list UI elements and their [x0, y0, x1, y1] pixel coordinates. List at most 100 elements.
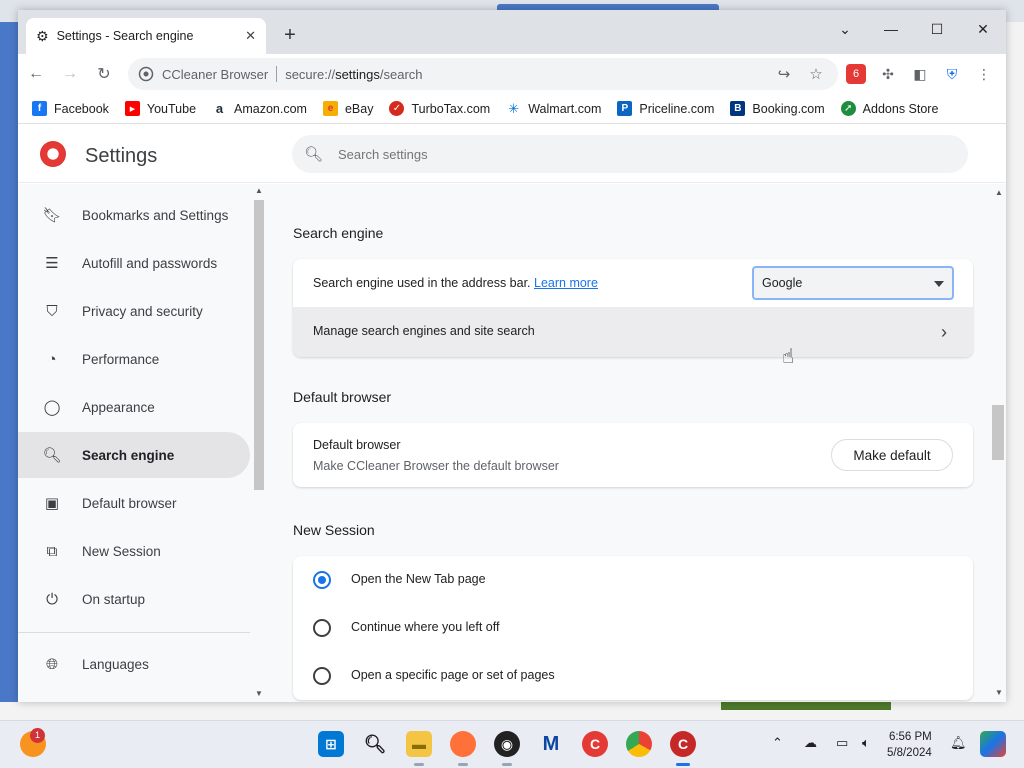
obs-icon[interactable]: ◉ [494, 731, 520, 757]
learn-more-link[interactable]: Learn more [534, 276, 598, 290]
address-bar[interactable]: CCleaner Browser secure://settings/searc… [128, 58, 838, 90]
ccleaner-browser-icon[interactable]: C [670, 731, 696, 757]
search-icon: 🔍︎ [304, 146, 324, 163]
firefox-icon[interactable] [450, 731, 476, 757]
speedometer-icon: ◔ [47, 350, 57, 368]
display-icon[interactable]: ▭ [836, 735, 848, 751]
sidebar-divider [18, 632, 250, 633]
sidebar-item-privacy[interactable]: ⛉ Privacy and security [18, 288, 250, 334]
background-window-button [721, 702, 891, 710]
clock-date: 5/8/2024 [887, 747, 932, 759]
menu-icon[interactable]: ⋮ [974, 64, 994, 84]
file-explorer-icon[interactable]: ▬ [406, 731, 432, 757]
forward-button[interactable]: → [54, 58, 86, 90]
search-box[interactable]: 🔍︎ [292, 135, 968, 173]
radio-button[interactable] [313, 667, 331, 685]
radio-option-new-tab[interactable]: Open the New Tab page [293, 556, 973, 604]
radio-button[interactable] [313, 619, 331, 637]
addons-store-icon: ➚ [840, 101, 856, 116]
url-text[interactable]: secure://settings/search [285, 67, 764, 82]
chevron-down-icon [934, 281, 944, 287]
make-default-button[interactable]: Make default [831, 439, 953, 471]
chevron-up-icon[interactable]: ⌃ [772, 735, 783, 751]
default-browser-subtitle: Make CCleaner Browser the default browse… [313, 459, 559, 473]
sidebar-scrollbar[interactable] [254, 200, 264, 490]
clock[interactable]: 6:56 PM 5/8/2024 [887, 729, 932, 761]
malwarebytes-icon[interactable]: M [538, 731, 564, 757]
reload-button[interactable]: ↻ [88, 58, 120, 90]
sidebar-item-appearance[interactable]: ◯ Appearance [18, 384, 250, 430]
radio-button[interactable] [313, 571, 331, 589]
windows-start-icon[interactable]: ⊞ [318, 731, 344, 757]
sidebar-item-default-browser[interactable]: ▣ Default browser [18, 480, 250, 526]
search-input[interactable] [338, 146, 938, 162]
extensions-icon[interactable]: ✣ [878, 64, 898, 84]
new-tab-button[interactable]: + [276, 22, 304, 50]
chrome-icon[interactable] [626, 731, 652, 757]
close-icon[interactable]: ✕ [245, 28, 256, 44]
bookmark-item[interactable]: ✓ TurboTax.com [389, 101, 490, 116]
side-panel-icon[interactable]: ◧ [910, 64, 930, 84]
tab-settings[interactable]: ⚙ Settings - Search engine ✕ [26, 18, 266, 54]
minimize-button[interactable]: — [868, 14, 914, 44]
taskbar: 1 ⊞ 🔍︎ ▬ ◉ M C C ⌃ ☁ ▭ 🔈︎ 6:56 PM 5/8/20… [0, 720, 1024, 768]
security-shield-icon[interactable]: ⛨ [942, 64, 962, 84]
copilot-icon[interactable] [980, 731, 1006, 757]
star-icon[interactable]: ☆ [804, 65, 828, 83]
bookmark-item[interactable]: B Booking.com [730, 101, 825, 116]
sidebar-item-search-engine[interactable]: 🔍︎ Search engine [18, 432, 250, 478]
power-icon: ⏻ [46, 590, 58, 608]
bookmark-item[interactable]: f Facebook [32, 101, 109, 116]
title-bar: ⚙ Settings - Search engine ✕ + ⌄ — ☐ ✕ [18, 10, 1006, 54]
scroll-up-arrow-icon[interactable]: ▲ [994, 188, 1004, 197]
site-info-icon[interactable] [138, 66, 154, 82]
sidebar-item-autofill[interactable]: ☰ Autofill and passwords [18, 240, 250, 286]
section-title-new-session: New Session [293, 522, 375, 538]
ebay-icon: e [322, 101, 338, 116]
address-bar-engine-label: Search engine used in the address bar. L… [313, 276, 598, 290]
scroll-down-arrow-icon[interactable]: ▼ [994, 688, 1004, 697]
bookmark-item[interactable]: ▶ YouTube [124, 101, 196, 116]
scroll-up-arrow-icon[interactable]: ▲ [254, 186, 264, 195]
browser-window: ⚙ Settings - Search engine ✕ + ⌄ — ☐ ✕ ←… [18, 10, 1006, 702]
bell-icon[interactable]: 🔔︎ [950, 735, 967, 751]
close-window-button[interactable]: ✕ [960, 14, 1006, 44]
bookmark-item[interactable]: a Amazon.com [212, 101, 307, 116]
sidebar-item-languages[interactable]: 🌐︎ Languages [18, 641, 250, 687]
default-browser-card: Default browser Make CCleaner Browser th… [293, 423, 973, 487]
bookmark-item[interactable]: e eBay [322, 101, 373, 116]
new-session-card: Open the New Tab page Continue where you… [293, 556, 973, 700]
sidebar-item-bookmarks[interactable]: 🔖︎ Bookmarks and Settings [18, 192, 250, 238]
radio-option-continue[interactable]: Continue where you left off [293, 604, 973, 652]
palette-icon: ◯ [43, 399, 61, 416]
share-icon[interactable]: ↪ [772, 65, 796, 83]
bookmark-item[interactable]: ➚ Addons Store [840, 101, 938, 116]
volume-icon[interactable]: 🔈︎ [862, 735, 870, 751]
search-icon: 🔍︎ [42, 447, 62, 464]
back-button[interactable]: ← [20, 58, 52, 90]
manage-search-engines-label: Manage search engines and site search [313, 324, 535, 338]
turbotax-icon: ✓ [389, 101, 405, 116]
tab-search-icon[interactable]: ⌄ [822, 14, 868, 44]
search-icon[interactable]: 🔍︎ [362, 731, 388, 757]
radio-option-specific-pages[interactable]: Open a specific page or set of pages [293, 652, 973, 700]
sidebar-item-performance[interactable]: ◔ Performance [18, 336, 250, 382]
ccleaner-icon[interactable]: C [582, 731, 608, 757]
sidebar-item-on-startup[interactable]: ⏻ On startup [18, 576, 250, 622]
walmart-icon: ✳ [506, 101, 522, 116]
scroll-down-arrow-icon[interactable]: ▼ [254, 689, 264, 698]
main-scrollbar[interactable] [992, 405, 1004, 460]
manage-search-engines-row[interactable]: Manage search engines and site search › [293, 307, 973, 357]
notification-badge: 1 [30, 728, 45, 743]
background-window-edge [0, 22, 18, 702]
bookmark-item[interactable]: ✳ Walmart.com [506, 101, 601, 116]
default-browser-title: Default browser [313, 438, 401, 452]
cloud-icon[interactable]: ☁ [804, 735, 817, 751]
search-engine-select[interactable]: Google [752, 266, 954, 300]
maximize-button[interactable]: ☐ [914, 14, 960, 44]
running-indicator [458, 763, 468, 766]
toolbar: ← → ↻ CCleaner Browser secure://settings… [18, 54, 1006, 94]
extension-shield-icon[interactable]: 6 [846, 64, 866, 84]
sidebar-item-new-session[interactable]: ⧉ New Session [18, 528, 250, 574]
bookmark-item[interactable]: P Priceline.com [617, 101, 714, 116]
